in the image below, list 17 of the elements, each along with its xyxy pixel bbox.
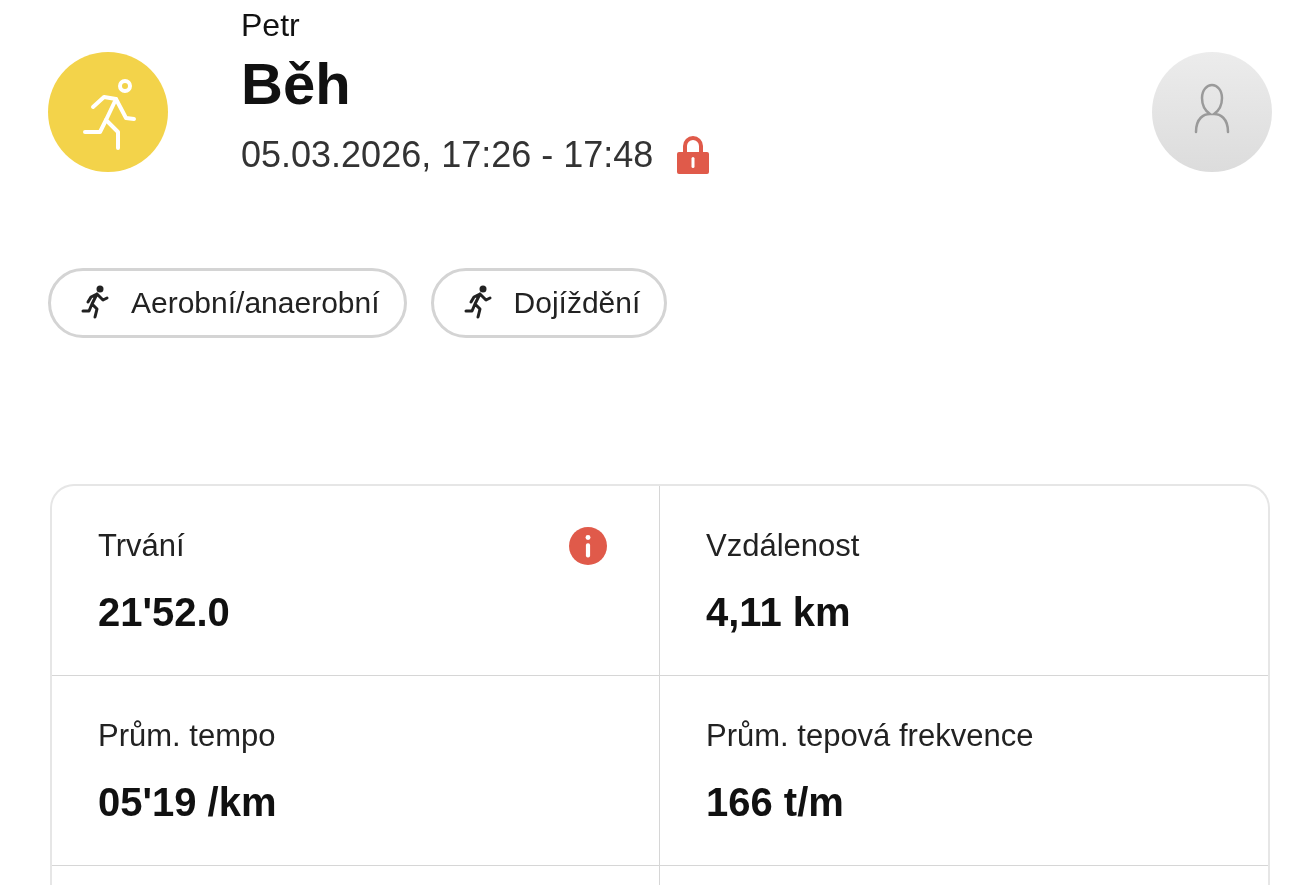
tag-chip[interactable]: Dojíždění: [430, 268, 668, 338]
stat-value: 4,11 km: [706, 590, 852, 635]
stat-value: 05'19 /km: [98, 780, 278, 825]
tag-chip[interactable]: Aerobní/anaerobní: [48, 268, 407, 338]
user-name: Petr: [241, 6, 301, 44]
activity-title: Běh: [241, 50, 352, 118]
stat-label: Prům. tempo: [98, 718, 276, 754]
info-icon[interactable]: [569, 527, 607, 565]
activity-datetime: 05.03.2026, 17:26 - 17:48: [241, 134, 654, 176]
stat-label: Vzdálenost: [706, 528, 860, 564]
runner-icon: [463, 285, 494, 321]
stat-label: Prům. tepová frekvence: [706, 718, 1034, 754]
stat-value: 21'52.0: [98, 590, 231, 635]
runner-icon: [81, 285, 111, 321]
stat-value: 166 t/m: [706, 780, 845, 825]
running-person-icon: [48, 52, 168, 172]
stat-label: Trvání: [98, 528, 185, 564]
